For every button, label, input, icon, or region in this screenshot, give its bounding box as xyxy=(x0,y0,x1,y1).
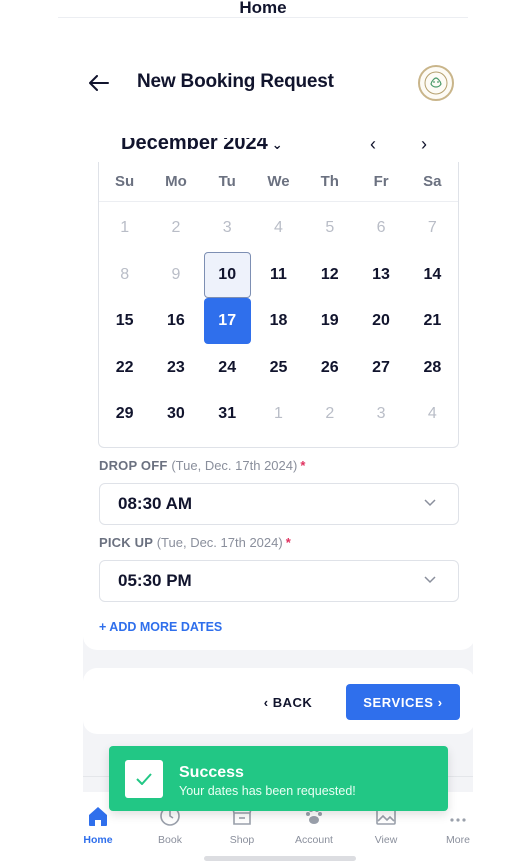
arrow-left-icon[interactable] xyxy=(88,72,110,94)
calendar-day-disabled: 6 xyxy=(376,219,386,237)
pick-up-date: (Tue, Dec. 17th 2024) xyxy=(156,535,283,550)
page-title: New Booking Request xyxy=(137,71,334,92)
calendar-day-next-month[interactable]: 4 xyxy=(409,391,456,437)
home-indicator xyxy=(204,856,356,861)
calendar: Su Mo Tu We Th Fr Sa 1 2 3 4 5 6 7 8 9 1… xyxy=(98,162,459,448)
add-more-dates-link[interactable]: + ADD MORE DATES xyxy=(99,620,222,634)
background-title-text: Home xyxy=(239,0,287,17)
toast-title: Success xyxy=(179,764,244,781)
weekday-label: Tu xyxy=(218,173,236,190)
check-icon xyxy=(125,760,163,798)
calendar-day-disabled: 8 xyxy=(120,265,130,283)
calendar-day[interactable]: 23 xyxy=(152,345,199,391)
weekday-label: Mo xyxy=(165,173,187,190)
tab-label: Home xyxy=(83,834,113,846)
calendar-day[interactable]: 25 xyxy=(255,345,302,391)
business-logo xyxy=(418,65,454,101)
calendar-day-disabled: 2 xyxy=(171,219,181,237)
pick-up-time-select[interactable]: 05:30 PM xyxy=(99,560,459,602)
next-month-button[interactable]: › xyxy=(421,138,427,155)
back-button[interactable]: ‹ BACK xyxy=(249,685,327,719)
header: New Booking Request xyxy=(0,55,523,113)
weekday-header: Su Mo Tu We Th Fr Sa xyxy=(99,162,458,202)
calendar-grid: 1 2 3 4 5 6 7 8 9 10 11 12 13 14 15 16 1… xyxy=(99,202,458,438)
tab-label: Account xyxy=(295,834,333,846)
chevron-down-icon xyxy=(424,573,436,587)
more-icon xyxy=(446,800,470,828)
calendar-nav: December 2024 ⌄ ‹ › xyxy=(121,138,461,158)
tab-label: Shop xyxy=(229,834,255,846)
drop-off-time-value: 08:30 AM xyxy=(118,494,193,513)
calendar-day[interactable]: 21 xyxy=(409,298,456,344)
booking-card: December 2024 ⌄ ‹ › Su Mo Tu We Th Fr Sa … xyxy=(83,138,475,650)
background-screen-title: Home xyxy=(58,0,468,18)
calendar-day[interactable]: 27 xyxy=(358,345,405,391)
calendar-day[interactable]: 22 xyxy=(101,345,148,391)
calendar-day[interactable]: 29 xyxy=(101,391,148,437)
calendar-day[interactable]: 30 xyxy=(152,391,199,437)
calendar-day-next-month[interactable]: 2 xyxy=(306,391,353,437)
calendar-day[interactable]: 12 xyxy=(306,252,353,298)
drop-off-label: DROP OFF (Tue, Dec. 17th 2024) * xyxy=(99,458,306,473)
tab-label: View xyxy=(374,834,398,846)
pick-up-label: PICK UP (Tue, Dec. 17th 2024) * xyxy=(99,535,291,550)
tab-label: More xyxy=(446,834,470,846)
actions-card: ‹ BACK SERVICES › xyxy=(83,668,475,734)
tab-label: Book xyxy=(158,834,182,846)
calendar-day[interactable]: 14 xyxy=(409,252,456,298)
chevron-down-icon: ⌄ xyxy=(271,138,283,152)
calendar-day[interactable]: 24 xyxy=(204,345,251,391)
success-toast[interactable]: Success Your dates has been requested! xyxy=(109,746,448,811)
weekday-label: Su xyxy=(115,173,135,190)
drop-off-time-select[interactable]: 08:30 AM xyxy=(99,483,459,525)
calendar-day-selected[interactable]: 17 xyxy=(203,298,251,345)
calendar-day[interactable]: 31 xyxy=(204,391,251,437)
weekday-label: We xyxy=(267,173,290,190)
weekday-label: Fr xyxy=(373,173,389,190)
home-icon xyxy=(86,800,110,828)
calendar-day[interactable]: 26 xyxy=(306,345,353,391)
weekday-label: Sa xyxy=(423,173,442,190)
calendar-day[interactable]: 15 xyxy=(101,298,148,344)
calendar-day[interactable]: 11 xyxy=(255,252,302,298)
month-select[interactable]: December 2024 ⌄ xyxy=(121,138,283,155)
chevron-down-icon xyxy=(424,496,436,510)
calendar-day-disabled: 3 xyxy=(222,219,232,237)
services-button[interactable]: SERVICES › xyxy=(346,684,460,720)
drop-off-title: DROP OFF xyxy=(99,458,168,473)
weekday-label: Th xyxy=(320,173,339,190)
calendar-day[interactable]: 28 xyxy=(409,345,456,391)
calendar-day[interactable]: 20 xyxy=(358,298,405,344)
calendar-day-disabled: 4 xyxy=(274,219,283,237)
month-label: December 2024 xyxy=(121,138,268,154)
calendar-day[interactable]: 19 xyxy=(306,298,353,344)
calendar-day-disabled: 9 xyxy=(171,265,181,283)
prev-month-button[interactable]: ‹ xyxy=(370,138,376,155)
pick-up-time-value: 05:30 PM xyxy=(118,571,192,590)
pick-up-title: PICK UP xyxy=(99,535,153,550)
required-marker: * xyxy=(285,535,291,550)
calendar-day[interactable]: 13 xyxy=(358,252,405,298)
calendar-day[interactable]: 16 xyxy=(152,298,199,344)
calendar-day[interactable]: 18 xyxy=(255,298,302,344)
calendar-day-disabled: 7 xyxy=(427,219,437,237)
required-marker: * xyxy=(300,458,306,473)
calendar-day-next-month[interactable]: 3 xyxy=(358,391,405,437)
calendar-day-disabled: 1 xyxy=(120,219,130,237)
calendar-day-today[interactable]: 10 xyxy=(203,251,251,298)
drop-off-date: (Tue, Dec. 17th 2024) xyxy=(171,458,298,473)
calendar-day-next-month[interactable]: 1 xyxy=(255,391,302,437)
toast-message: Your dates has been requested! xyxy=(179,784,356,798)
calendar-day-disabled: 5 xyxy=(325,219,335,237)
